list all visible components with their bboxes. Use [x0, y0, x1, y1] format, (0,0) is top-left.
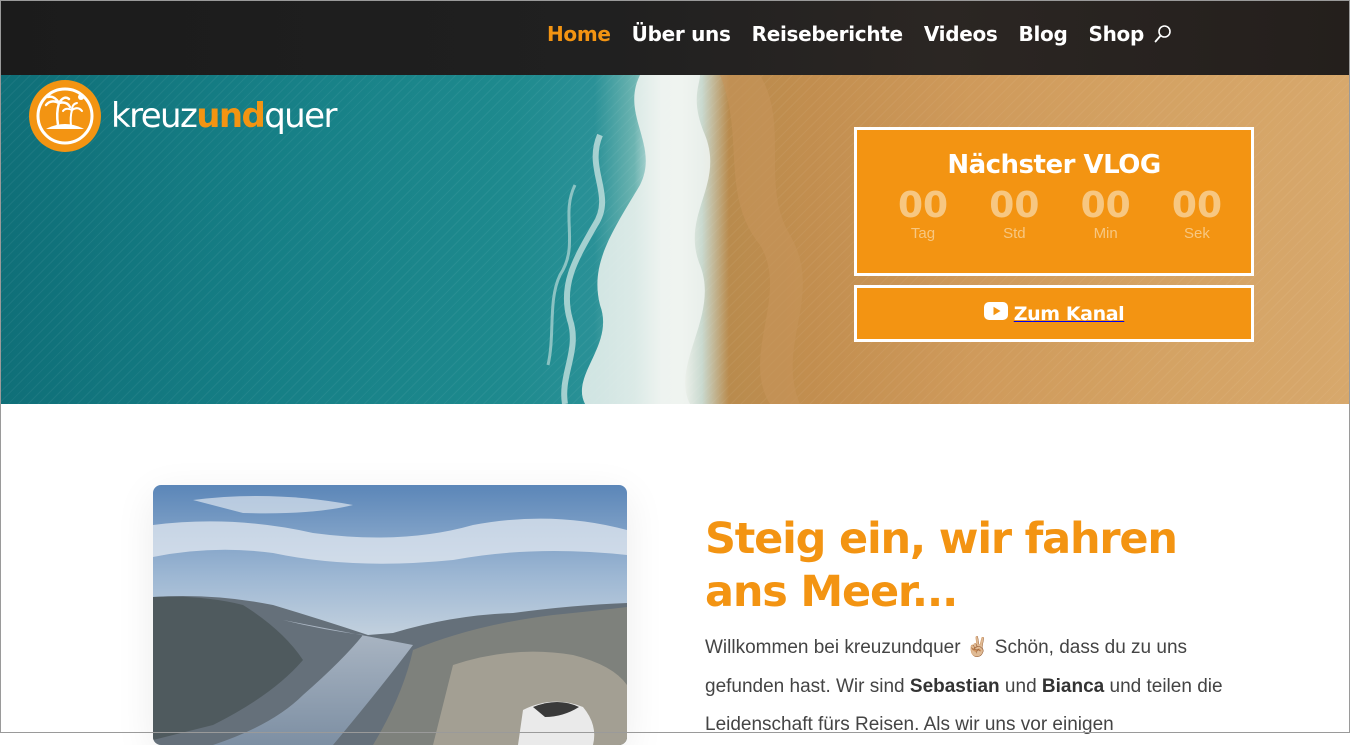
countdown-label: Sek: [1184, 225, 1210, 242]
nav-item-reiseberichte[interactable]: Reiseberichte: [752, 22, 904, 46]
countdown-label: Min: [1093, 225, 1118, 242]
logo-wordmark: kreuzundquer: [111, 96, 337, 136]
youtube-icon: [983, 302, 1008, 325]
zum-kanal-button[interactable]: Zum Kanal: [854, 285, 1254, 342]
search-icon[interactable]: [1154, 24, 1172, 46]
logo-text-quer: quer: [264, 96, 337, 136]
countdown-value: 00: [989, 185, 1040, 226]
countdown-value: 00: [897, 185, 949, 226]
victory-hand-emoji: ✌🏼: [965, 637, 990, 658]
intro-text: Willkommen bei kreuzundquer: [705, 637, 966, 658]
intro-text: und: [999, 675, 1042, 697]
name-sebastian: Sebastian: [909, 675, 1000, 697]
countdown-title: Nächster VLOG: [947, 150, 1161, 180]
vlog-countdown: Nächster VLOG 00 Tag 00 Std 00 Min 00 Se…: [854, 127, 1254, 276]
main-menu: Home Über uns Reiseberichte Videos Blog …: [526, 22, 1172, 46]
nav-item-shop[interactable]: Shop: [1089, 22, 1145, 46]
palm-island-icon: [29, 80, 101, 152]
countdown-value: 00: [1080, 185, 1131, 226]
page-headline: Steig ein, wir fahren ans Meer...: [705, 514, 1178, 617]
nav-item-blog[interactable]: Blog: [1019, 22, 1068, 46]
intro-paragraph: Willkommen bei kreuzundquer ✌🏼 Schön, da…: [705, 629, 1245, 745]
top-navigation-bar: Home Über uns Reiseberichte Videos Blog …: [0, 0, 1350, 75]
countdown-hours: 00 Std: [986, 186, 1042, 242]
zum-kanal-label: Zum Kanal: [1013, 302, 1125, 325]
countdown-label: Tag: [910, 225, 936, 242]
countdown-value: 00: [1171, 185, 1223, 226]
countdown-days: 00 Tag: [895, 186, 951, 242]
countdown-label: Std: [1003, 225, 1026, 242]
countdown-seconds: 00 Sek: [1169, 186, 1225, 242]
site-logo[interactable]: kreuzundquer: [29, 80, 337, 152]
logo-text-und: und: [196, 96, 266, 136]
fjord-photo: [153, 485, 627, 745]
logo-text-kreuz: kreuz: [111, 96, 198, 136]
nav-item-ueber-uns[interactable]: Über uns: [632, 22, 731, 46]
countdown-minutes: 00 Min: [1078, 186, 1134, 242]
nav-item-home[interactable]: Home: [547, 22, 611, 46]
countdown-timer: 00 Tag 00 Std 00 Min 00 Sek: [857, 186, 1251, 242]
nav-item-videos[interactable]: Videos: [924, 22, 998, 46]
name-bianca: Bianca: [1041, 675, 1105, 697]
